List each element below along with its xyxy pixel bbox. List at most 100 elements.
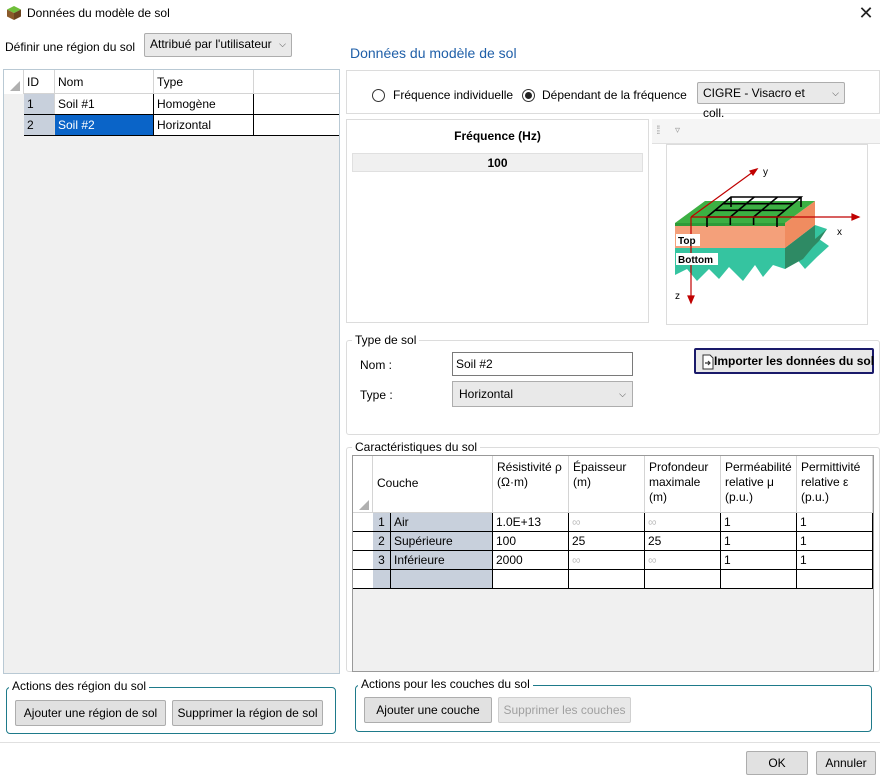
layer-index: 3 xyxy=(373,551,391,569)
axis-x-label: x xyxy=(837,227,842,238)
row-id: 1 xyxy=(24,94,55,114)
column-header-permittivity[interactable]: Permittivité relative ε (p.u.) xyxy=(797,456,873,513)
layer-thickness: ∞ xyxy=(569,513,645,531)
import-file-icon xyxy=(702,354,714,370)
new-row-cell[interactable] xyxy=(721,570,797,588)
soil-type-title: Type de sol xyxy=(352,333,420,347)
layer-permittivity[interactable]: 1 xyxy=(797,532,873,550)
footer-divider xyxy=(0,742,880,743)
axis-z-label: z xyxy=(675,291,680,302)
table-row[interactable]: 2 Supérieure 100 25 25 1 1 xyxy=(353,532,873,551)
grid-header-row: ID Nom Type xyxy=(4,70,339,94)
frequency-dependent-radio[interactable] xyxy=(522,89,535,102)
window-title: Données du modèle de sol xyxy=(27,6,170,20)
chevron-down-icon: ⌵ xyxy=(279,39,286,49)
frequency-individual-radio[interactable] xyxy=(372,89,385,102)
close-icon[interactable]: ✕ xyxy=(852,0,880,28)
region-mode-value: Attribué par l'utilisateur xyxy=(150,37,272,51)
chevron-down-icon: ⌵ xyxy=(832,88,839,98)
column-header-thickness[interactable]: Épaisseur (m) xyxy=(569,456,645,513)
row-name-selected[interactable]: Soil #2 xyxy=(55,115,154,135)
diagram-toolbar: ⁞⁞ ▿ xyxy=(652,119,880,144)
layer-permeability[interactable]: 1 xyxy=(721,532,797,550)
row-id: 2 xyxy=(24,115,55,135)
layer-resistivity[interactable]: 2000 xyxy=(493,551,569,569)
layers-grid-corner xyxy=(353,456,373,513)
new-row-cell[interactable] xyxy=(797,570,873,588)
frequency-mode-bar: Fréquence individuelle Dépendant de la f… xyxy=(346,70,880,120)
table-row[interactable]: 2 Soil #2 Horizontal xyxy=(24,115,339,136)
table-row[interactable]: 3 Inférieure 2000 ∞ ∞ 1 1 xyxy=(353,551,873,570)
table-row[interactable]: 1 Soil #1 Homogène xyxy=(24,94,339,115)
layer-resistivity[interactable]: 1.0E+13 xyxy=(493,513,569,531)
region-mode-dropdown[interactable]: Attribué par l'utilisateur ⌵ xyxy=(144,33,292,57)
soil-name-input[interactable]: Soil #2 xyxy=(452,352,633,376)
frequency-column-header: Fréquence (Hz) xyxy=(454,129,541,143)
new-row-name[interactable] xyxy=(391,570,493,588)
import-soil-data-button[interactable]: Importer les données du sol xyxy=(694,348,874,374)
select-all-corner-icon xyxy=(359,500,369,510)
layer-name: Supérieure xyxy=(391,532,493,550)
new-row[interactable] xyxy=(353,570,873,589)
region-actions-title: Actions des région du sol xyxy=(9,679,150,693)
bottom-layer-label: Bottom xyxy=(678,255,713,266)
page-title: Données du modèle de sol xyxy=(350,45,517,61)
row-type[interactable]: Horizontal xyxy=(154,115,254,135)
frequency-value-cell[interactable]: 100 xyxy=(352,153,643,172)
ok-button[interactable]: OK xyxy=(746,751,808,775)
top-layer-label: Top xyxy=(678,236,696,247)
frequency-table: Fréquence (Hz) 100 xyxy=(346,119,649,323)
layer-max-depth: ∞ xyxy=(645,551,721,569)
new-row-cell[interactable] xyxy=(493,570,569,588)
new-row-index xyxy=(373,570,391,588)
layer-permeability[interactable]: 1 xyxy=(721,513,797,531)
layer-max-depth[interactable]: 25 xyxy=(645,532,721,550)
soil-type-label: Type : xyxy=(360,388,393,402)
column-header-layer[interactable]: Couche xyxy=(373,456,493,513)
soil-model-diagram: y x z Top Bottom xyxy=(666,144,868,325)
add-layer-button[interactable]: Ajouter une couche xyxy=(364,697,492,723)
delete-layers-button[interactable]: Supprimer les couches xyxy=(498,697,631,723)
layer-index: 2 xyxy=(373,532,391,550)
column-header-max-depth[interactable]: Profondeur maximale (m) xyxy=(645,456,721,513)
frequency-dependent-label: Dépendant de la fréquence xyxy=(542,88,687,102)
new-row-cell[interactable] xyxy=(645,570,721,588)
row-name[interactable]: Soil #1 xyxy=(55,94,154,114)
column-header-name[interactable]: Nom xyxy=(55,70,154,94)
layer-resistivity[interactable]: 100 xyxy=(493,532,569,550)
layer-name: Air xyxy=(391,513,493,531)
soil-cube-icon xyxy=(7,6,21,20)
new-row-cell[interactable] xyxy=(569,570,645,588)
layer-max-depth: ∞ xyxy=(645,513,721,531)
layer-thickness: ∞ xyxy=(569,551,645,569)
soil-characteristics-title: Caractéristiques du sol xyxy=(352,440,481,454)
layer-name: Inférieure xyxy=(391,551,493,569)
layer-thickness[interactable]: 25 xyxy=(569,532,645,550)
region-definition-label: Définir une région du sol xyxy=(5,40,136,54)
soil-name-label: Nom : xyxy=(360,358,393,372)
column-header-resistivity[interactable]: Résistivité ρ (Ω·m) xyxy=(493,456,569,513)
frequency-model-dropdown[interactable]: CIGRE - Visacro et coll. ⌵ xyxy=(697,82,845,120)
import-soil-data-label: Importer les données du sol xyxy=(714,354,875,368)
axis-y-label: y xyxy=(763,167,768,178)
frequency-model-value: CIGRE - Visacro et coll. xyxy=(703,86,805,120)
layer-permittivity[interactable]: 1 xyxy=(797,551,873,569)
soil-layers-grid: Couche Résistivité ρ (Ω·m) Épaisseur (m)… xyxy=(352,455,874,672)
toolbar-overflow-icon[interactable]: ▿ xyxy=(675,125,680,136)
column-header-permeability[interactable]: Perméabilité relative μ (p.u.) xyxy=(721,456,797,513)
row-type[interactable]: Homogène xyxy=(154,94,254,114)
layer-permittivity[interactable]: 1 xyxy=(797,513,873,531)
cancel-button[interactable]: Annuler xyxy=(816,751,876,775)
soil-region-grid: ID Nom Type 1 Soil #1 Homogène 2 Soil #2… xyxy=(3,69,340,674)
delete-region-button[interactable]: Supprimer la région de sol xyxy=(172,700,323,726)
select-all-corner-icon xyxy=(10,81,20,91)
layer-actions-title: Actions pour les couches du sol xyxy=(358,677,533,691)
column-header-id[interactable]: ID xyxy=(24,70,55,94)
soil-type-dropdown[interactable]: Horizontal ⌵ xyxy=(452,381,633,407)
table-row[interactable]: 1 Air 1.0E+13 ∞ ∞ 1 1 xyxy=(353,513,873,532)
layer-permeability[interactable]: 1 xyxy=(721,551,797,569)
add-region-button[interactable]: Ajouter une région de sol xyxy=(15,700,166,726)
grip-icon[interactable]: ⁞⁞ xyxy=(656,123,660,137)
column-header-type[interactable]: Type xyxy=(154,70,254,94)
grid-corner xyxy=(4,70,24,94)
